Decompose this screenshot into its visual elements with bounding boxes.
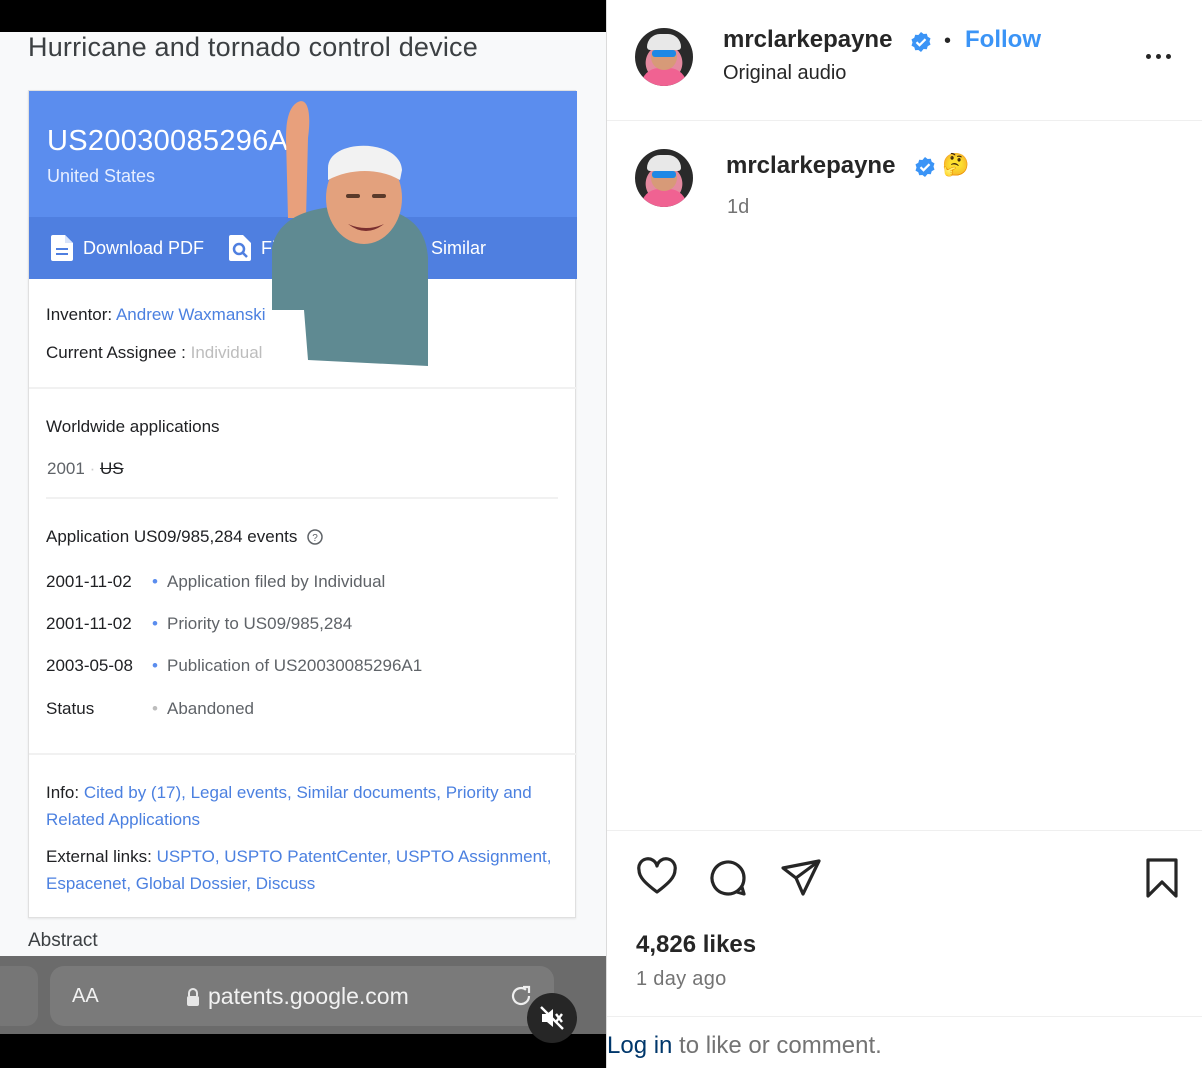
worldwide-country: US [99, 459, 124, 478]
worldwide-row: 2001 · US [47, 459, 124, 479]
header-divider [607, 120, 1202, 121]
video-letterbox-bottom [0, 1034, 606, 1068]
help-icon: ? [307, 529, 324, 545]
caption-emoji: 🤔 [942, 152, 970, 177]
video-frame: Hurricane and tornado control device US2… [0, 32, 606, 956]
video-letterbox-top [0, 0, 606, 32]
comment-icon[interactable] [706, 856, 750, 900]
login-prompt: Log in to like or comment. [607, 1032, 882, 1060]
login-suffix: to like or comment. [672, 1032, 882, 1059]
heart-icon[interactable] [635, 856, 679, 900]
login-link[interactable]: Log in [607, 1032, 672, 1059]
inventor-label: Inventor: [46, 305, 113, 324]
post-panel: mrclarkepayne • Follow Original audio mr… [606, 0, 1202, 1068]
status-value: Abandoned [152, 699, 254, 719]
worldwide-year: 2001 [47, 459, 85, 478]
similar-label: Similar [431, 237, 487, 258]
login-divider [607, 1016, 1202, 1017]
info-links: Cited by (17), Legal events, Similar doc… [46, 783, 532, 829]
patent-country: United States [47, 166, 156, 186]
section-divider [29, 387, 577, 389]
patent-number: US20030085296A1 [47, 125, 305, 157]
verified-icon [911, 32, 931, 52]
browser-address-bar: AA patents.google.com [0, 956, 606, 1034]
verified-icon [915, 157, 935, 177]
worldwide-heading: Worldwide applications [46, 417, 220, 436]
actions-divider [607, 830, 1202, 831]
follow-button[interactable]: Follow [965, 26, 1041, 54]
event-date: 2003-05-08 [46, 656, 133, 675]
video-player[interactable]: Hurricane and tornado control device US2… [0, 0, 606, 1068]
patent-title: Hurricane and tornado control device [28, 32, 478, 62]
info-label: Info: [46, 783, 80, 802]
author-username[interactable]: mrclarkepayne [723, 26, 892, 54]
document-icon [51, 235, 73, 261]
mute-icon [540, 1006, 564, 1030]
browser-tab-stub [0, 966, 38, 1026]
bookmark-icon[interactable] [1140, 856, 1184, 900]
caption-timestamp[interactable]: 1d [727, 196, 749, 219]
more-options-button[interactable] [1146, 54, 1171, 59]
event-description: Application filed by Individual [152, 572, 385, 592]
lock-icon [187, 988, 199, 1006]
event-description: Publication of US20030085296A1 [152, 656, 422, 676]
more-icon [1146, 54, 1151, 59]
post-date[interactable]: 1 day ago [636, 968, 727, 991]
external-links-label: External links: [46, 847, 152, 866]
event-date: 2001-11-02 [46, 614, 132, 633]
presenter-cutout [272, 101, 428, 366]
abstract-heading: Abstract [28, 930, 98, 951]
external-links-row: External links: USPTO, USPTO PatentCente… [46, 843, 556, 897]
author-avatar[interactable] [635, 28, 693, 86]
search-doc-icon [229, 235, 251, 261]
assignee-label: Current Assignee : [46, 343, 186, 362]
inventor-row: Inventor: Andrew Waxmanski [46, 305, 266, 325]
event-description: Priority to US09/985,284 [152, 614, 352, 634]
caption-avatar[interactable] [635, 149, 693, 207]
download-pdf-action: Download PDF [51, 235, 204, 261]
caption-username[interactable]: mrclarkepayne [726, 152, 895, 180]
section-divider [29, 753, 577, 755]
events-heading-row: Application US09/985,284 events ? [46, 527, 324, 547]
events-heading: Application US09/985,284 events [46, 527, 298, 546]
status-label: Status [46, 699, 95, 718]
url-domain: patents.google.com [208, 983, 409, 1009]
original-audio-link[interactable]: Original audio [723, 62, 846, 85]
download-pdf-label: Download PDF [83, 237, 205, 258]
event-date: 2001-11-02 [46, 572, 132, 591]
text-size-button: AA [72, 985, 99, 1007]
inventor-name: Andrew Waxmanski [115, 305, 266, 324]
info-row: Info: Cited by (17), Legal events, Simil… [46, 779, 556, 833]
section-divider [46, 497, 558, 499]
assignee-value: Individual [190, 343, 263, 362]
assignee-row: Current Assignee : Individual [46, 343, 262, 363]
mute-toggle-button[interactable] [527, 993, 577, 1043]
likes-count[interactable]: 4,826 likes [636, 931, 756, 959]
header-separator: • [944, 30, 952, 52]
share-icon[interactable] [779, 856, 823, 900]
worldwide-dot: · [89, 459, 96, 478]
url-field: AA patents.google.com [50, 966, 554, 1026]
svg-text:?: ? [313, 533, 319, 544]
instagram-post-view: Hurricane and tornado control device US2… [0, 0, 1202, 1068]
